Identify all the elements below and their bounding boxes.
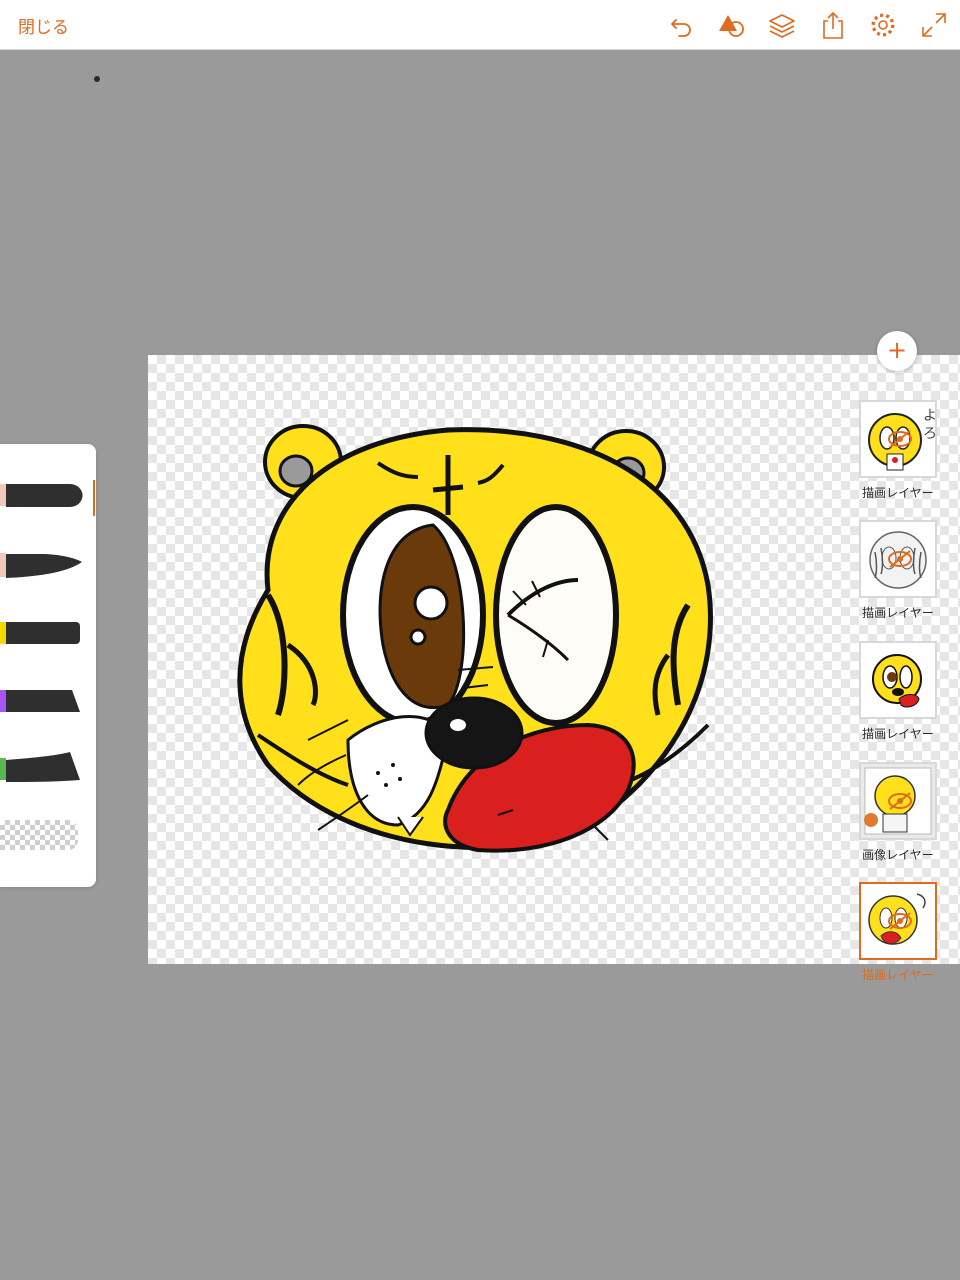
brush-color-swatch (0, 484, 6, 506)
svg-text:よ: よ (923, 407, 935, 423)
undo-icon[interactable] (668, 11, 696, 39)
share-icon[interactable] (819, 11, 847, 39)
brush-color-swatch (0, 690, 6, 712)
fan-brush[interactable] (0, 748, 90, 788)
layer-thumbnail (859, 882, 937, 960)
hidden-eye-icon[interactable] (887, 910, 913, 932)
round-brush[interactable] (0, 476, 90, 516)
hidden-eye-icon[interactable] (887, 548, 913, 570)
svg-text:ろ: ろ (923, 425, 935, 441)
brush-color-swatch (0, 758, 6, 780)
layer-thumbnail (859, 520, 937, 598)
add-layer-button[interactable]: + (877, 331, 917, 371)
brush-panel (0, 444, 96, 887)
hidden-eye-icon[interactable] (887, 428, 913, 450)
fullscreen-icon[interactable] (920, 11, 948, 39)
layer-label: 画像レイヤー (862, 848, 934, 862)
brush-color-swatch (0, 622, 6, 644)
close-button[interactable]: 閉じる (18, 13, 69, 38)
layer-thumbnail: よろ (859, 400, 937, 478)
drawing-canvas[interactable] (148, 355, 960, 964)
flat-brush[interactable] (0, 612, 90, 652)
shapes-icon[interactable] (718, 11, 746, 39)
tiger-illustration (237, 424, 713, 853)
layer-label: 描画レイヤー (862, 606, 934, 620)
brush-color-swatch (0, 553, 6, 577)
hidden-eye-icon[interactable] (887, 790, 913, 812)
layer-thumbnail (859, 641, 937, 719)
layer-thumbnail (859, 762, 937, 840)
tapered-brush[interactable] (0, 546, 90, 586)
layer-label: 描画レイヤー (862, 968, 934, 982)
layer-label: 描画レイヤー (862, 486, 934, 500)
eraser-brush[interactable] (0, 820, 78, 850)
layers-icon[interactable] (768, 11, 796, 39)
layer-label: 描画レイヤー (862, 727, 934, 741)
selected-brush-marker (93, 480, 95, 516)
brush-size-indicator (94, 76, 100, 82)
gear-icon[interactable] (869, 11, 897, 39)
top-toolbar: 閉じる (0, 0, 960, 50)
chisel-brush[interactable] (0, 680, 90, 720)
